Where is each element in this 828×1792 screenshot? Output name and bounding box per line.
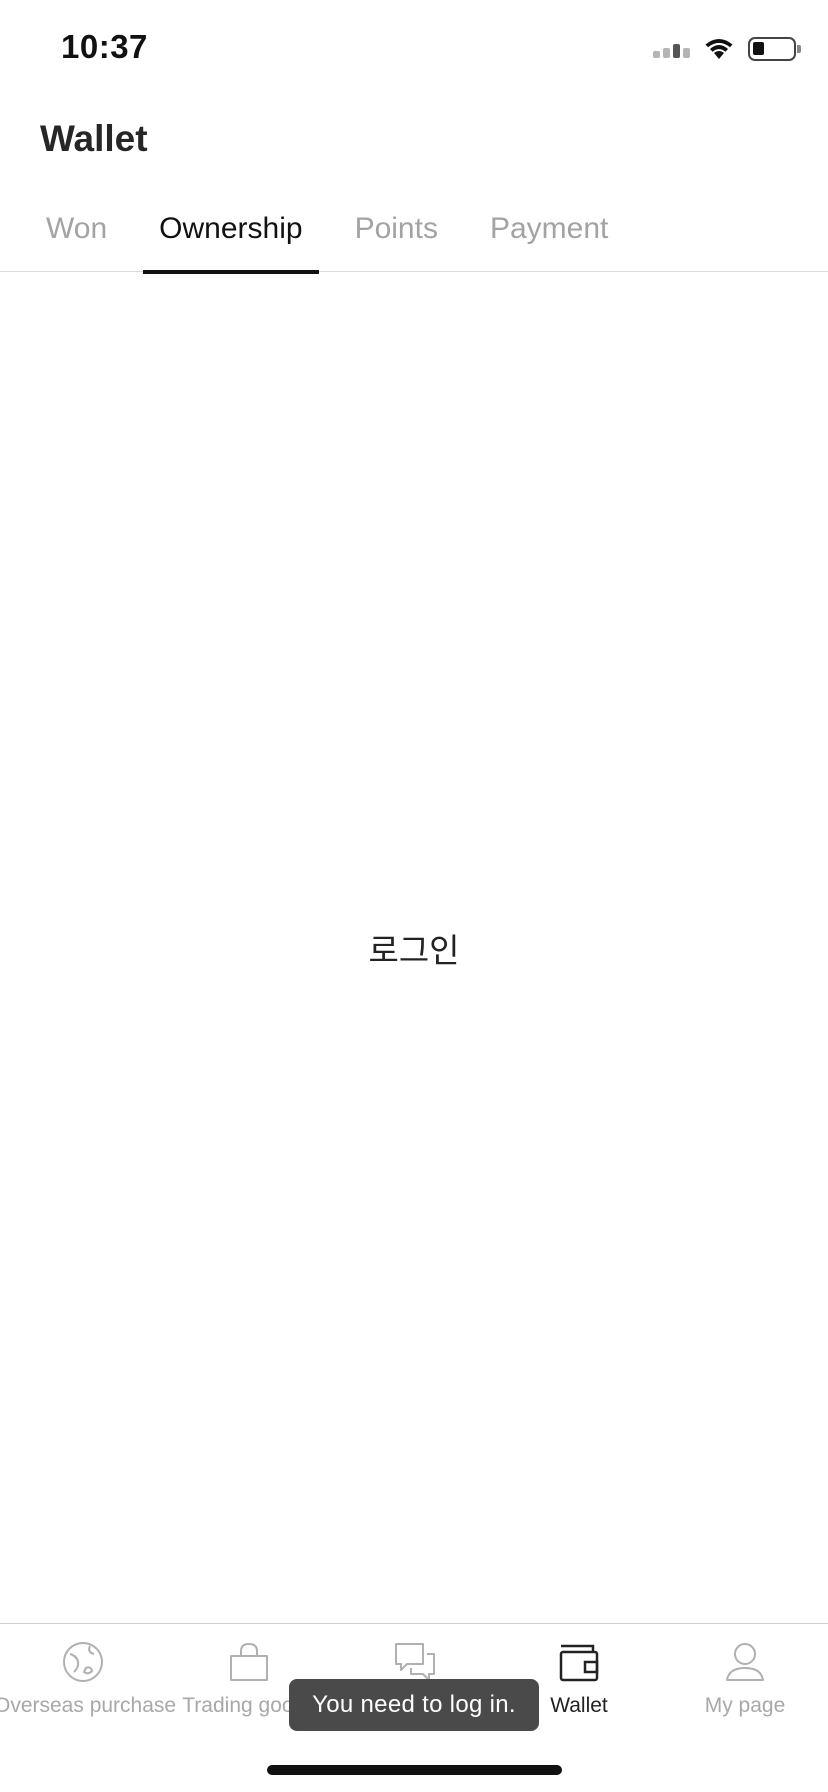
cellular-signal-icon bbox=[653, 40, 690, 58]
wallet-icon bbox=[559, 1644, 599, 1682]
chat-icon bbox=[395, 1643, 435, 1681]
tab-bar: Won Ownership Points Payment bbox=[0, 200, 828, 274]
nav-item-overseas-purchase[interactable]: Overseas purchase bbox=[0, 1640, 176, 1718]
status-icons bbox=[653, 34, 801, 64]
battery-icon bbox=[748, 37, 801, 61]
login-required-toast: You need to log in. bbox=[289, 1679, 539, 1731]
globe-icon bbox=[63, 1642, 103, 1682]
shopping-bag-icon bbox=[230, 1642, 268, 1681]
nav-item-my-page[interactable]: My page bbox=[662, 1640, 828, 1718]
nav-label-my-page: My page bbox=[704, 1694, 786, 1717]
status-bar: 10:37 bbox=[0, 0, 828, 100]
tab-payment[interactable]: Payment bbox=[474, 200, 624, 272]
login-link[interactable]: 로그인 bbox=[0, 924, 828, 972]
user-icon bbox=[726, 1643, 764, 1681]
status-time: 10:37 bbox=[61, 28, 148, 65]
home-indicator[interactable] bbox=[267, 1765, 562, 1775]
tab-won[interactable]: Won bbox=[30, 200, 123, 272]
page-title: Wallet bbox=[40, 118, 148, 159]
nav-label-overseas-purchase: Overseas purchase bbox=[0, 1694, 177, 1717]
tab-ownership[interactable]: Ownership bbox=[143, 200, 319, 274]
tab-points[interactable]: Points bbox=[339, 200, 454, 272]
wifi-icon bbox=[705, 39, 733, 59]
